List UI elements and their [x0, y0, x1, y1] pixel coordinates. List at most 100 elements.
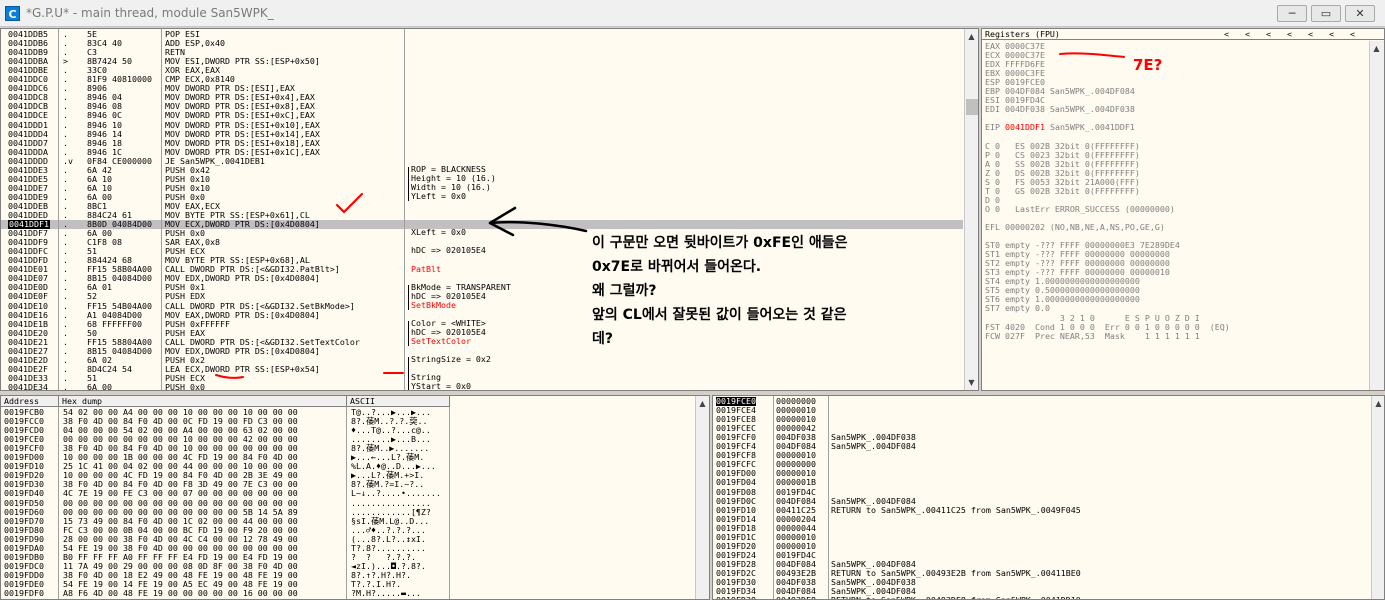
disasm-row[interactable]: 0041DE33. 51 PUSH ECX: [1, 373, 963, 383]
stack-val: 00493DF8: [776, 596, 816, 599]
disasm-row[interactable]: 0041DDEB. 8BC1 MOV EAX,ECX: [1, 201, 963, 211]
scroll-up-arrow-icon[interactable]: ▲: [1371, 43, 1382, 54]
registers-scrollbar[interactable]: ▲: [1369, 41, 1384, 390]
scroll-up-arrow-icon[interactable]: ▲: [1373, 398, 1384, 409]
registers-pane[interactable]: Registers (FPU) < < < < < < < EAX 0000C37E ECX …: [981, 28, 1385, 391]
disasm-row[interactable]: 0041DDD7. 8946 18 MOV DWORD PTR DS:[ESI+0x…: [1, 138, 963, 148]
register-line[interactable]: EDI 004DF038 San5WPK_.004DF038: [985, 105, 1135, 114]
registers-title: Registers (FPU): [985, 29, 1060, 39]
eip-value: 0041DDF1: [1004, 122, 1045, 133]
register-line[interactable]: O 0 LastErr ERROR_SUCCESS (00000000): [985, 203, 1175, 214]
cpu-scrollbar[interactable]: ▲ ▼: [964, 29, 978, 390]
disasm-row[interactable]: 0041DE2F. 8D4C24 54 LEA ECX,DWORD PTR SS:[…: [1, 364, 963, 374]
scroll-down-arrow-icon[interactable]: ▼: [966, 377, 977, 388]
stack-pane[interactable]: 0019FCE0 00000000 0019FCE4 00000010 0019FCE8…: [712, 395, 1385, 600]
register-text: FCW 027F Prec NEAR,53 Mask 1 1 1 1 1 1: [985, 330, 1200, 341]
disasm-hex: 6A 00: [87, 381, 112, 391]
comment-line: YStart = 0x0: [411, 381, 471, 391]
register-nav-arrow-icon[interactable]: <: [1287, 29, 1292, 39]
comment-line: SetTextColor: [411, 335, 471, 346]
disasm-row[interactable]: 0041DDE9. 6A 00 PUSH 0x0: [1, 192, 963, 202]
comment-line: PatBlt: [411, 263, 441, 274]
note-line: 데?: [592, 331, 614, 347]
comment-line: YLeft = 0x0: [411, 191, 466, 202]
dump-ascii: ?M.H?.....▬...: [351, 588, 421, 598]
window-titlebar[interactable]: C *G.P.U* - main thread, module San5WPK_…: [0, 0, 1385, 27]
note-line: 앞의 CL에서 잘못된 값이 들어오는 것 같은: [592, 307, 847, 323]
window-title: *G.P.U* - main thread, module San5WPK_: [26, 6, 274, 20]
argument-bracket: [408, 320, 409, 347]
register-line[interactable]: EFL 00000202 (NO,NB,NE,A,NS,PO,GE,G): [985, 222, 1165, 232]
disasm-dis: PUSH 0x0: [165, 381, 205, 391]
dump-header-address[interactable]: Address: [1, 396, 59, 407]
register-annotation: 7E?: [1133, 56, 1163, 74]
stack-addr: 0019FD38: [716, 596, 756, 599]
comment-line: StringSize = 0x2: [411, 354, 491, 365]
scroll-thumb[interactable]: [966, 99, 978, 115]
disasm-row[interactable]: 0041DDBA >8B7424 50 MOV ESI,DWORD PTR SS:[…: [1, 57, 963, 66]
disasm-row[interactable]: 0041DDB9. C3 RETN: [1, 48, 963, 57]
disasm-row[interactable]: 0041DDC6. 8906 MOV DWORD PTR DS:[ESI],EAX: [1, 84, 963, 93]
register-line[interactable]: FCW 027F Prec NEAR,53 Mask 1 1 1 1 1 1: [985, 330, 1200, 341]
column-divider: [161, 29, 162, 390]
register-nav-arrow-icon[interactable]: <: [1245, 29, 1250, 39]
disasm-row[interactable]: 0041DDD4. 8946 14 MOV DWORD PTR DS:[ESI+0x…: [1, 129, 963, 139]
disasm-mark: .: [63, 381, 68, 391]
dump-hex: A8 F6 4D 00 48 FE 19 00 00 00 00 00 16 0…: [63, 588, 298, 598]
disasm-row[interactable]: 0041DDC0. 81F9 40810000 CMP ECX,0x8140: [1, 75, 963, 84]
eip-comment: San5WPK_.0041DDF1: [1044, 122, 1135, 133]
disasm-row[interactable]: 0041DE34. 6A 00 PUSH 0x0: [1, 381, 963, 391]
stack-scrollbar[interactable]: ▲: [1371, 396, 1384, 599]
dump-scrollbar[interactable]: ▲: [695, 396, 709, 599]
register-nav-arrow-icon[interactable]: <: [1224, 29, 1229, 39]
close-button[interactable]: ✕: [1345, 5, 1375, 22]
note-line: 0x7E로 바뀌어서 들어온다.: [592, 259, 762, 275]
stack-row[interactable]: 0019FD38 00493DF8 RETURN to San5WPK_.00493…: [713, 596, 1373, 599]
app-icon: C: [5, 6, 20, 21]
disasm-row[interactable]: 0041DDCB. 8946 08 MOV DWORD PTR DS:[ESI+0x…: [1, 102, 963, 111]
register-line[interactable]: EIP 0041DDF1 San5WPK_.0041DDF1: [985, 123, 1135, 132]
stack-com: RETURN to San5WPK_.00411C25 from San5WPK…: [831, 504, 1081, 515]
maximize-button[interactable]: ▭: [1311, 5, 1341, 22]
register-text: O 0 LastErr ERROR_SUCCESS (00000000): [985, 203, 1175, 214]
disasm-row[interactable]: 0041DDB5. 5E POP ESI: [1, 29, 963, 39]
disasm-row[interactable]: 0041DDCE. 8946 0C MOV DWORD PTR DS:[ESI+0x…: [1, 111, 963, 120]
register-text: EDI 004DF038 San5WPK_.004DF038: [985, 104, 1135, 115]
scroll-up-arrow-icon[interactable]: ▲: [697, 398, 708, 409]
registers-header: Registers (FPU) < < < < < < <: [982, 29, 1384, 40]
disasm-row[interactable]: 0041DDD1. 8946 10 MOV DWORD PTR DS:[ESI+0x…: [1, 120, 963, 130]
dump-header-ascii[interactable]: ASCII: [347, 396, 450, 407]
note-line: 이 구문만 오면 뒷바이트가 0xFE인 애들은: [592, 235, 848, 251]
comment-line: XLeft = 0x0: [411, 227, 466, 238]
dump-header-hex[interactable]: Hex dump: [59, 396, 347, 407]
disasm-addr: 0041DE34: [8, 381, 48, 391]
annotation-note: 이 구문만 오면 뒷바이트가 0xFE인 애들은 0x7E로 바뀌어서 들어온다.…: [592, 231, 847, 351]
disasm-row[interactable]: 0041DDF1. 8B0D 04084D00 MOV ECX,DWORD PTR …: [1, 219, 963, 230]
register-nav-arrow-icon[interactable]: <: [1350, 29, 1355, 39]
register-nav-arrow-icon[interactable]: <: [1266, 29, 1271, 39]
register-nav-arrow-icon[interactable]: <: [1308, 29, 1313, 39]
comment-line: SetBkMode: [411, 299, 456, 310]
column-divider: [404, 29, 405, 390]
column-divider: [58, 29, 59, 390]
hex-dump-pane[interactable]: Address Hex dump ASCII 0019FCB0 54 02 00 …: [0, 395, 710, 600]
note-line: 왜 그럴까?: [592, 283, 657, 299]
dump-addr: 0019FDF0: [4, 588, 44, 598]
argument-bracket: [408, 167, 409, 202]
register-text: T 0 GS 002B 32bit 0(FFFFFFFF): [985, 185, 1140, 196]
stack-com: RETURN to San5WPK_.00493DF8 from San5WPK…: [831, 596, 1081, 599]
comment-line: hDC => 020105E4: [411, 245, 486, 256]
stack-com: San5WPK_.004DF084: [831, 441, 916, 452]
argument-bracket: [408, 357, 409, 390]
minimize-button[interactable]: ─: [1277, 5, 1307, 22]
disasm-row[interactable]: 0041DDB6. 83C4 40 ADD ESP,0x40: [1, 38, 963, 48]
dump-row[interactable]: 0019FDF0 A8 F6 4D 00 48 FE 19 00 00 00 00…: [1, 588, 709, 598]
registers-nav[interactable]: < < < < < < <: [1224, 29, 1371, 39]
register-line[interactable]: T 0 GS 002B 32bit 0(FFFFFFFF): [985, 185, 1140, 196]
scroll-up-arrow-icon[interactable]: ▲: [966, 31, 977, 42]
register-nav-arrow-icon[interactable]: <: [1329, 29, 1334, 39]
disasm-row[interactable]: 0041DDC8. 8946 04 MOV DWORD PTR DS:[ESI+0x…: [1, 93, 963, 102]
register-text: EIP: [985, 122, 1005, 133]
argument-bracket: [408, 284, 409, 310]
register-text: EFL 00000202 (NO,NB,NE,A,NS,PO,GE,G): [985, 222, 1165, 232]
